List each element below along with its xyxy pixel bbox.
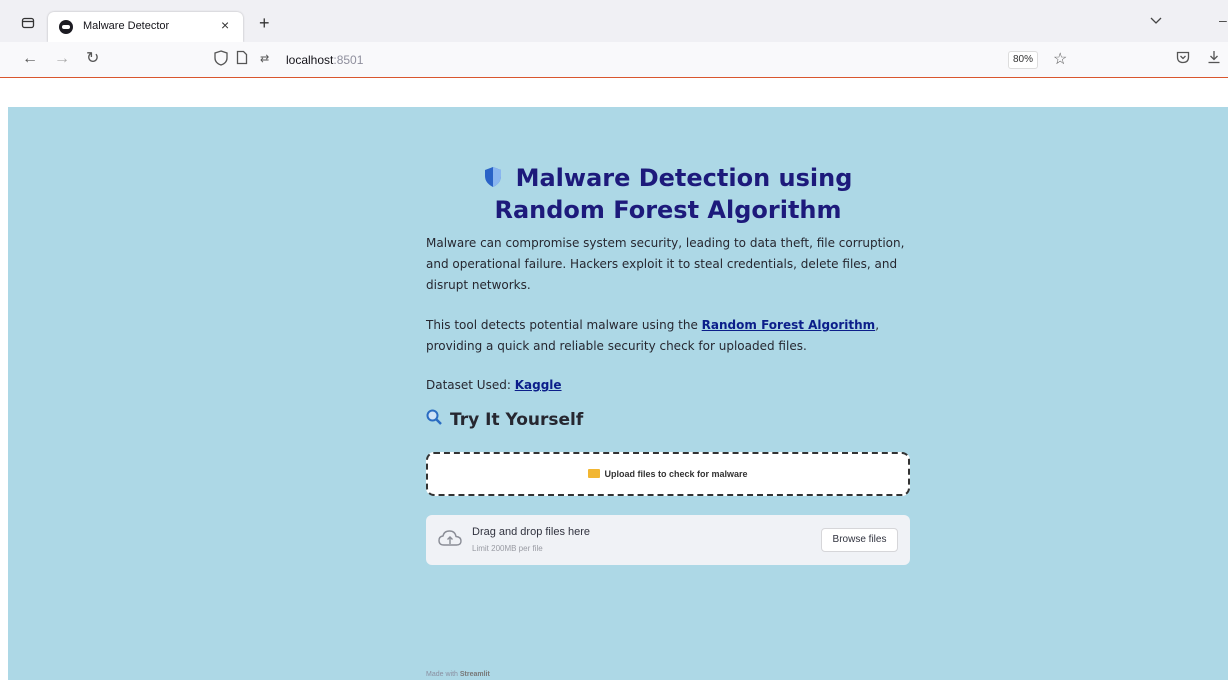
chevron-down-icon[interactable] <box>1150 14 1162 28</box>
app-page: Malware Detection using Random Forest Al… <box>8 107 1228 680</box>
url-bar[interactable]: ⇄ localhost:8501 80% ☆ <box>200 47 1070 73</box>
bookmark-star-icon[interactable]: ☆ <box>1053 49 1067 69</box>
dropzone-title: Drag and drop files here <box>472 526 591 538</box>
close-tab-icon[interactable]: × <box>221 17 229 33</box>
page-title-text: Malware Detection using Random Forest Al… <box>494 164 853 224</box>
download-icon[interactable] <box>1207 50 1221 68</box>
dropzone-limit: Limit 200MB per file <box>472 544 543 553</box>
tab-overview-icon[interactable] <box>21 16 39 34</box>
tool-paragraph: This tool detects potential malware usin… <box>426 315 910 357</box>
folder-icon <box>588 469 601 478</box>
url-host: localhost <box>286 53 334 67</box>
url-text[interactable]: localhost:8501 <box>286 53 363 67</box>
kaggle-link[interactable]: Kaggle <box>515 378 562 392</box>
back-arrow-icon[interactable]: ← <box>22 50 38 68</box>
footer-prefix: Made with <box>426 671 460 678</box>
upload-banner: Upload files to check for malware <box>426 452 910 496</box>
shield-tracking-icon[interactable] <box>214 50 228 71</box>
minimize-icon[interactable]: – <box>1219 12 1227 28</box>
reload-icon[interactable]: ↻ <box>86 50 99 68</box>
page-icon[interactable] <box>236 50 248 70</box>
streamlit-link[interactable]: Streamlit <box>460 671 490 678</box>
zoom-level[interactable]: 80% <box>1008 51 1038 69</box>
cloud-upload-icon <box>437 528 463 550</box>
forward-arrow-icon[interactable]: → <box>54 50 70 68</box>
upload-banner-label: Upload files to check for malware <box>604 469 748 479</box>
section-heading-text: Try It Yourself <box>450 410 584 430</box>
permissions-icon[interactable]: ⇄ <box>260 52 269 65</box>
pocket-icon[interactable] <box>1176 50 1190 68</box>
tab-title: Malware Detector <box>83 20 170 32</box>
intro-paragraph: Malware can compromise system security, … <box>426 236 905 292</box>
tool-text-prefix: This tool detects potential malware usin… <box>426 318 702 332</box>
browser-navigation-bar: ← → ↻ ⇄ localhost:8501 80% ☆ <box>0 42 1228 78</box>
browser-tab-bar: Malware Detector × + – <box>0 0 1228 42</box>
page-title: Malware Detection using Random Forest Al… <box>426 162 910 226</box>
new-tab-button[interactable]: + <box>259 13 270 34</box>
url-port: :8501 <box>333 53 364 67</box>
favicon-icon <box>59 20 73 34</box>
browser-tab[interactable]: Malware Detector × <box>48 12 243 42</box>
browse-files-button[interactable]: Browse files <box>821 528 898 552</box>
footer: Made with Streamlit <box>426 671 490 678</box>
shield-icon <box>484 166 502 188</box>
dataset-label: Dataset Used: <box>426 378 515 392</box>
section-heading: Try It Yourself <box>426 409 583 430</box>
dataset-paragraph: Dataset Used: Kaggle <box>426 375 910 396</box>
file-dropzone[interactable]: Drag and drop files here Limit 200MB per… <box>426 515 910 565</box>
random-forest-link[interactable]: Random Forest Algorithm <box>702 318 876 332</box>
magnifier-icon <box>426 409 442 429</box>
